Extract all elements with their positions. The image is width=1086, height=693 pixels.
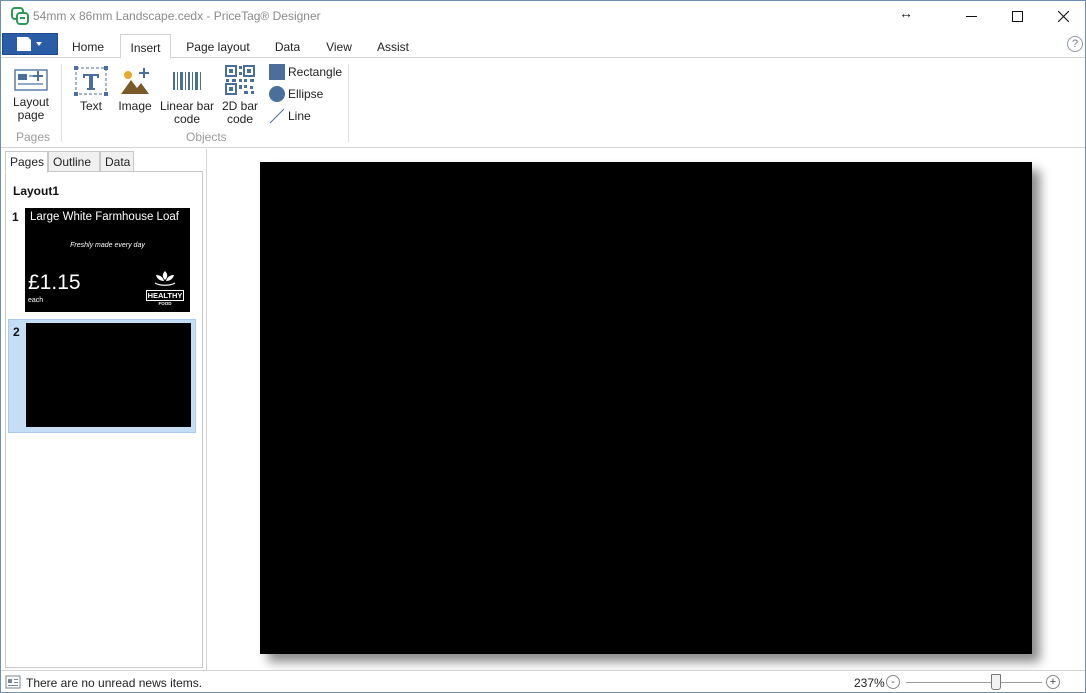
text-icon bbox=[74, 66, 108, 96]
line-label: Line bbox=[288, 109, 311, 123]
product-tagline: Freshly made every day bbox=[70, 242, 145, 249]
window-title: 54mm x 86mm Landscape.cedx - PriceTag® D… bbox=[33, 9, 321, 23]
group-separator bbox=[348, 64, 349, 142]
product-price: £1.15 bbox=[28, 271, 81, 294]
tab-home[interactable]: Home bbox=[64, 36, 112, 58]
insert-text-button[interactable]: Text bbox=[73, 66, 109, 113]
tab-view[interactable]: View bbox=[320, 36, 358, 58]
minimize-button[interactable] bbox=[948, 1, 994, 31]
page-number: 1 bbox=[12, 210, 19, 224]
insert-2d-barcode-button[interactable]: 2D bar code bbox=[219, 64, 261, 126]
qr-code-icon bbox=[225, 65, 255, 95]
ribbon-tab-row: Home Insert Page layout Data View Assist bbox=[1, 32, 1085, 59]
layout-page-button[interactable]: Layout page bbox=[9, 68, 53, 122]
news-icon[interactable] bbox=[5, 675, 21, 689]
insert-image-button[interactable]: Image bbox=[117, 66, 153, 113]
product-name: Large White Farmhouse Loaf bbox=[30, 211, 179, 223]
maximize-icon bbox=[1011, 10, 1023, 22]
line-icon bbox=[269, 108, 285, 124]
rectangle-icon bbox=[269, 64, 285, 80]
layout-name: Layout1 bbox=[13, 184, 60, 198]
text-label: Text bbox=[79, 99, 102, 113]
maximize-button[interactable] bbox=[994, 1, 1040, 31]
2d-barcode-label: 2D bar code bbox=[221, 99, 259, 126]
layout-page-label: Layout page bbox=[12, 95, 50, 122]
page-thumbnail: Large White Farmhouse Loaf Freshly made … bbox=[25, 208, 190, 312]
page-thumbnail-row[interactable]: 1 Large White Farmhouse Loaf Freshly mad… bbox=[8, 206, 196, 314]
price-unit: each bbox=[28, 297, 44, 304]
tab-page-layout[interactable]: Page layout bbox=[180, 36, 256, 58]
layout-page-icon bbox=[14, 69, 48, 91]
image-icon bbox=[121, 68, 149, 94]
design-canvas[interactable] bbox=[208, 149, 1085, 670]
insert-ellipse-button[interactable]: Ellipse bbox=[269, 84, 323, 104]
tab-outline[interactable]: Outline bbox=[48, 151, 100, 172]
zoom-in-button[interactable]: + bbox=[1046, 675, 1060, 689]
resize-horizontal-icon: ↔ bbox=[899, 5, 913, 21]
zoom-slider-track[interactable] bbox=[906, 682, 1042, 683]
insert-line-button[interactable]: Line bbox=[269, 106, 311, 126]
pages-group-label: Pages bbox=[16, 130, 51, 144]
objects-group-label: Objects bbox=[186, 130, 227, 144]
linear-barcode-label: Linear bar code bbox=[159, 99, 215, 126]
zoom-level: 237% bbox=[854, 676, 885, 690]
close-icon bbox=[1057, 10, 1069, 22]
ellipse-icon bbox=[269, 86, 285, 102]
page-thumbnail-row-selected[interactable]: 2 bbox=[8, 319, 196, 433]
document-icon bbox=[17, 37, 42, 51]
tab-assist[interactable]: Assist bbox=[371, 36, 415, 58]
insert-rectangle-button[interactable]: Rectangle bbox=[269, 62, 342, 82]
minimize-icon bbox=[965, 15, 977, 17]
ribbon-panel: Layout page Pages Text Image Linear bar … bbox=[1, 57, 1085, 148]
tab-insert[interactable]: Insert bbox=[120, 34, 171, 59]
ellipse-label: Ellipse bbox=[288, 87, 324, 101]
zoom-slider-thumb[interactable] bbox=[991, 674, 1001, 690]
page-thumbnail bbox=[26, 323, 191, 427]
tab-data[interactable]: Data bbox=[269, 36, 306, 58]
close-button[interactable] bbox=[1040, 1, 1085, 31]
logo-subtext: FOOD bbox=[158, 301, 172, 306]
tab-pages[interactable]: Pages bbox=[5, 151, 48, 173]
file-menu-button[interactable] bbox=[2, 33, 58, 55]
rectangle-label: Rectangle bbox=[288, 65, 343, 79]
group-separator bbox=[61, 64, 62, 142]
page-number: 2 bbox=[13, 325, 20, 339]
tab-data-panel[interactable]: Data bbox=[100, 151, 134, 172]
price-label-page[interactable] bbox=[260, 162, 1032, 654]
zoom-out-button[interactable]: - bbox=[886, 675, 900, 689]
news-status-text: There are no unread news items. bbox=[26, 676, 203, 690]
title-bar: 54mm x 86mm Landscape.cedx - PriceTag® D… bbox=[1, 1, 1085, 32]
app-logo-icon bbox=[11, 7, 29, 25]
app-window: 54mm x 86mm Landscape.cedx - PriceTag® D… bbox=[0, 0, 1086, 693]
page-thumbnails: Layout1 1 Large White Farmhouse Loaf Fre… bbox=[5, 171, 203, 668]
image-label: Image bbox=[118, 99, 152, 113]
help-icon[interactable]: ? bbox=[1067, 36, 1083, 52]
status-bar: There are no unread news items. 237% - + bbox=[1, 670, 1085, 692]
healthy-food-logo-icon bbox=[154, 271, 176, 286]
barcode-icon bbox=[173, 72, 201, 90]
pages-panel: Pages Outline Data Layout1 1 Large White… bbox=[1, 149, 207, 670]
logo-text: HEALTHY bbox=[146, 290, 184, 301]
insert-linear-barcode-button[interactable]: Linear bar code bbox=[158, 66, 216, 126]
